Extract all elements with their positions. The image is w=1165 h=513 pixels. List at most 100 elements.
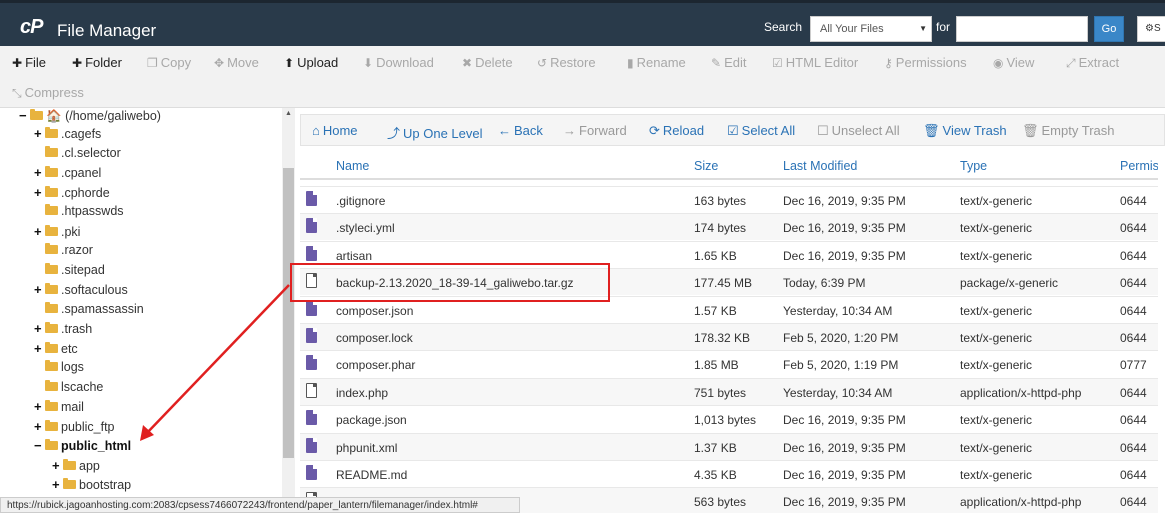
view-button[interactable]: ◉ View (993, 55, 1034, 70)
tree-item-label: .cagefs (61, 127, 102, 141)
search-input[interactable] (956, 16, 1088, 42)
expand-icon[interactable]: + (34, 224, 45, 239)
table-row[interactable]: .styleci.yml 174 bytes Dec 16, 2019, 9:35 … (300, 213, 1165, 241)
edit-label: Edit (724, 55, 747, 70)
tree-item[interactable]: .htpasswds (45, 204, 124, 222)
checkbox-checked-icon: ☑ (727, 123, 739, 138)
table-row[interactable]: composer.phar 1.85 MB Feb 5, 2020, 1:19 PM… (300, 350, 1165, 377)
tree-item[interactable]: .cl.selector (45, 145, 121, 164)
tree-item[interactable]: + .cpanel (34, 165, 101, 183)
table-row[interactable]: composer.lock 178.32 KB Feb 5, 2020, 1:20 … (300, 323, 1165, 350)
search-scope-select[interactable]: All Your Files ▼ (810, 16, 932, 42)
reload-button[interactable]: ⟳ Reload (649, 123, 704, 139)
file-permissions: 0644 (1120, 468, 1147, 482)
upload-button[interactable]: ⬆ Upload (284, 55, 338, 70)
new-file-label: File (25, 55, 47, 70)
tree-scrollbar[interactable]: ▲ (282, 108, 295, 498)
tree-item[interactable]: logs (45, 360, 84, 378)
restore-button[interactable]: ↺ Restore (537, 55, 596, 70)
back-button[interactable]: ← Back (498, 123, 543, 138)
tree-item[interactable]: + mail (34, 399, 84, 417)
tree-item[interactable]: + etc (34, 341, 78, 359)
tree-item[interactable]: .razor (45, 243, 93, 261)
col-size[interactable]: Size (694, 159, 718, 173)
html-editor-button[interactable]: ☑ HTML Editor (772, 55, 858, 70)
tree-item-label: .cphorde (61, 185, 110, 200)
tree-item[interactable]: + .cagefs (34, 126, 101, 144)
tree-item[interactable]: + .trash (34, 321, 92, 339)
table-row[interactable]: phpunit.xml 1.37 KB Dec 16, 2019, 9:35 PM t… (300, 432, 1165, 460)
tree-item[interactable]: lscache (45, 379, 103, 398)
tree-item[interactable]: + bootstrap (52, 477, 131, 495)
download-button[interactable]: ⬇ Download (363, 55, 434, 70)
tree-item[interactable]: + public_ftp (34, 419, 115, 437)
col-type[interactable]: Type (960, 159, 987, 173)
file-size: 4.35 KB (694, 468, 737, 482)
rename-button[interactable]: ▮ Rename (627, 55, 686, 70)
unselect-all-button[interactable]: ☐ Unselect All (817, 123, 900, 139)
tree-item-label: bootstrap (79, 478, 132, 492)
table-row[interactable]: index.php 751 bytes Yesterday, 10:34 AM app… (300, 377, 1165, 405)
collapse-icon[interactable]: − (19, 108, 30, 123)
tree-item[interactable]: + app (52, 458, 100, 476)
permissions-button[interactable]: ⚷ Permissions (884, 55, 967, 70)
tree-item-label: mail (61, 400, 84, 414)
main-scrollbar[interactable] (1158, 152, 1165, 513)
tree-item[interactable]: .sitepad (45, 262, 105, 281)
table-row[interactable]: README.md 4.35 KB Dec 16, 2019, 9:35 PM tex… (300, 460, 1165, 487)
expand-icon[interactable]: + (34, 165, 45, 180)
file-type: text/x-generic (960, 248, 1033, 263)
cpanel-logo[interactable]: cP (20, 16, 43, 39)
up-one-level-button[interactable]: ⤴ Up One Level (387, 123, 483, 142)
new-file-button[interactable]: ✚ File (12, 55, 46, 70)
compress-button[interactable]: ⤡ Compress (12, 85, 84, 101)
forward-button[interactable]: → Forward (563, 123, 627, 138)
tree-item[interactable]: − public_html (34, 438, 131, 456)
tree-item[interactable]: .spamassassin (45, 301, 144, 320)
settings-button[interactable]: ⚙S (1137, 16, 1165, 42)
expand-icon[interactable]: + (34, 282, 45, 297)
delete-button[interactable]: ✖ Delete (462, 55, 513, 70)
compress-label: Compress (24, 85, 84, 100)
extract-button[interactable]: ⤢ Extract (1066, 55, 1119, 71)
tree-item[interactable]: + .softaculous (34, 282, 128, 300)
html-editor-label: HTML Editor (785, 55, 859, 70)
upload-icon: ⬆ (284, 56, 295, 70)
tree-scroll-thumb[interactable] (283, 168, 294, 458)
scroll-up-icon[interactable]: ▲ (285, 110, 292, 117)
expand-icon[interactable]: + (52, 458, 63, 473)
expand-icon[interactable]: + (34, 321, 45, 336)
view-trash-button[interactable]: 🗑 View Trash (923, 123, 1007, 139)
home-button[interactable]: ⌂ Home (312, 123, 358, 138)
move-button[interactable]: ✥ Move (214, 55, 259, 70)
go-button[interactable]: Go (1094, 16, 1124, 42)
expand-icon[interactable]: + (34, 341, 45, 356)
expand-icon[interactable]: + (34, 419, 45, 434)
new-folder-button[interactable]: ✚ Folder (72, 55, 122, 70)
select-all-button[interactable]: ☑ Select All (727, 123, 795, 139)
table-row[interactable]: package.json 1,013 bytes Dec 16, 2019, 9:3… (300, 405, 1165, 432)
tree-root[interactable]: − 🏠 (/home/galiwebo) (19, 108, 161, 126)
file-size: 177.45 MB (694, 276, 753, 291)
text-file-icon (306, 218, 317, 234)
expand-icon[interactable]: + (52, 477, 63, 492)
table-row[interactable]: .gitignore 163 bytes Dec 16, 2019, 9:35 PM… (300, 186, 1165, 213)
text-file-icon (306, 300, 317, 316)
tree-item[interactable]: + .pki (34, 224, 80, 242)
expand-icon[interactable]: + (34, 126, 45, 141)
empty-trash-button[interactable]: 🗑 Empty Trash (1022, 123, 1114, 139)
file-modified: Yesterday, 10:34 AM (783, 303, 893, 318)
collapse-icon[interactable]: − (34, 438, 45, 453)
expand-icon[interactable]: + (34, 399, 45, 414)
file-name: README.md (336, 468, 408, 482)
edit-button[interactable]: ✎ Edit (711, 55, 746, 70)
copy-button[interactable]: ❐ Copy (147, 55, 191, 70)
col-name[interactable]: Name (336, 159, 369, 173)
expand-icon[interactable]: + (34, 185, 45, 200)
folder-icon (45, 419, 58, 431)
tree-item[interactable]: + .cphorde (34, 185, 110, 203)
file-permissions: 0644 (1120, 276, 1147, 291)
file-icon: ▮ (627, 56, 634, 70)
col-last-modified[interactable]: Last Modified (783, 159, 857, 173)
download-label: Download (376, 55, 434, 70)
